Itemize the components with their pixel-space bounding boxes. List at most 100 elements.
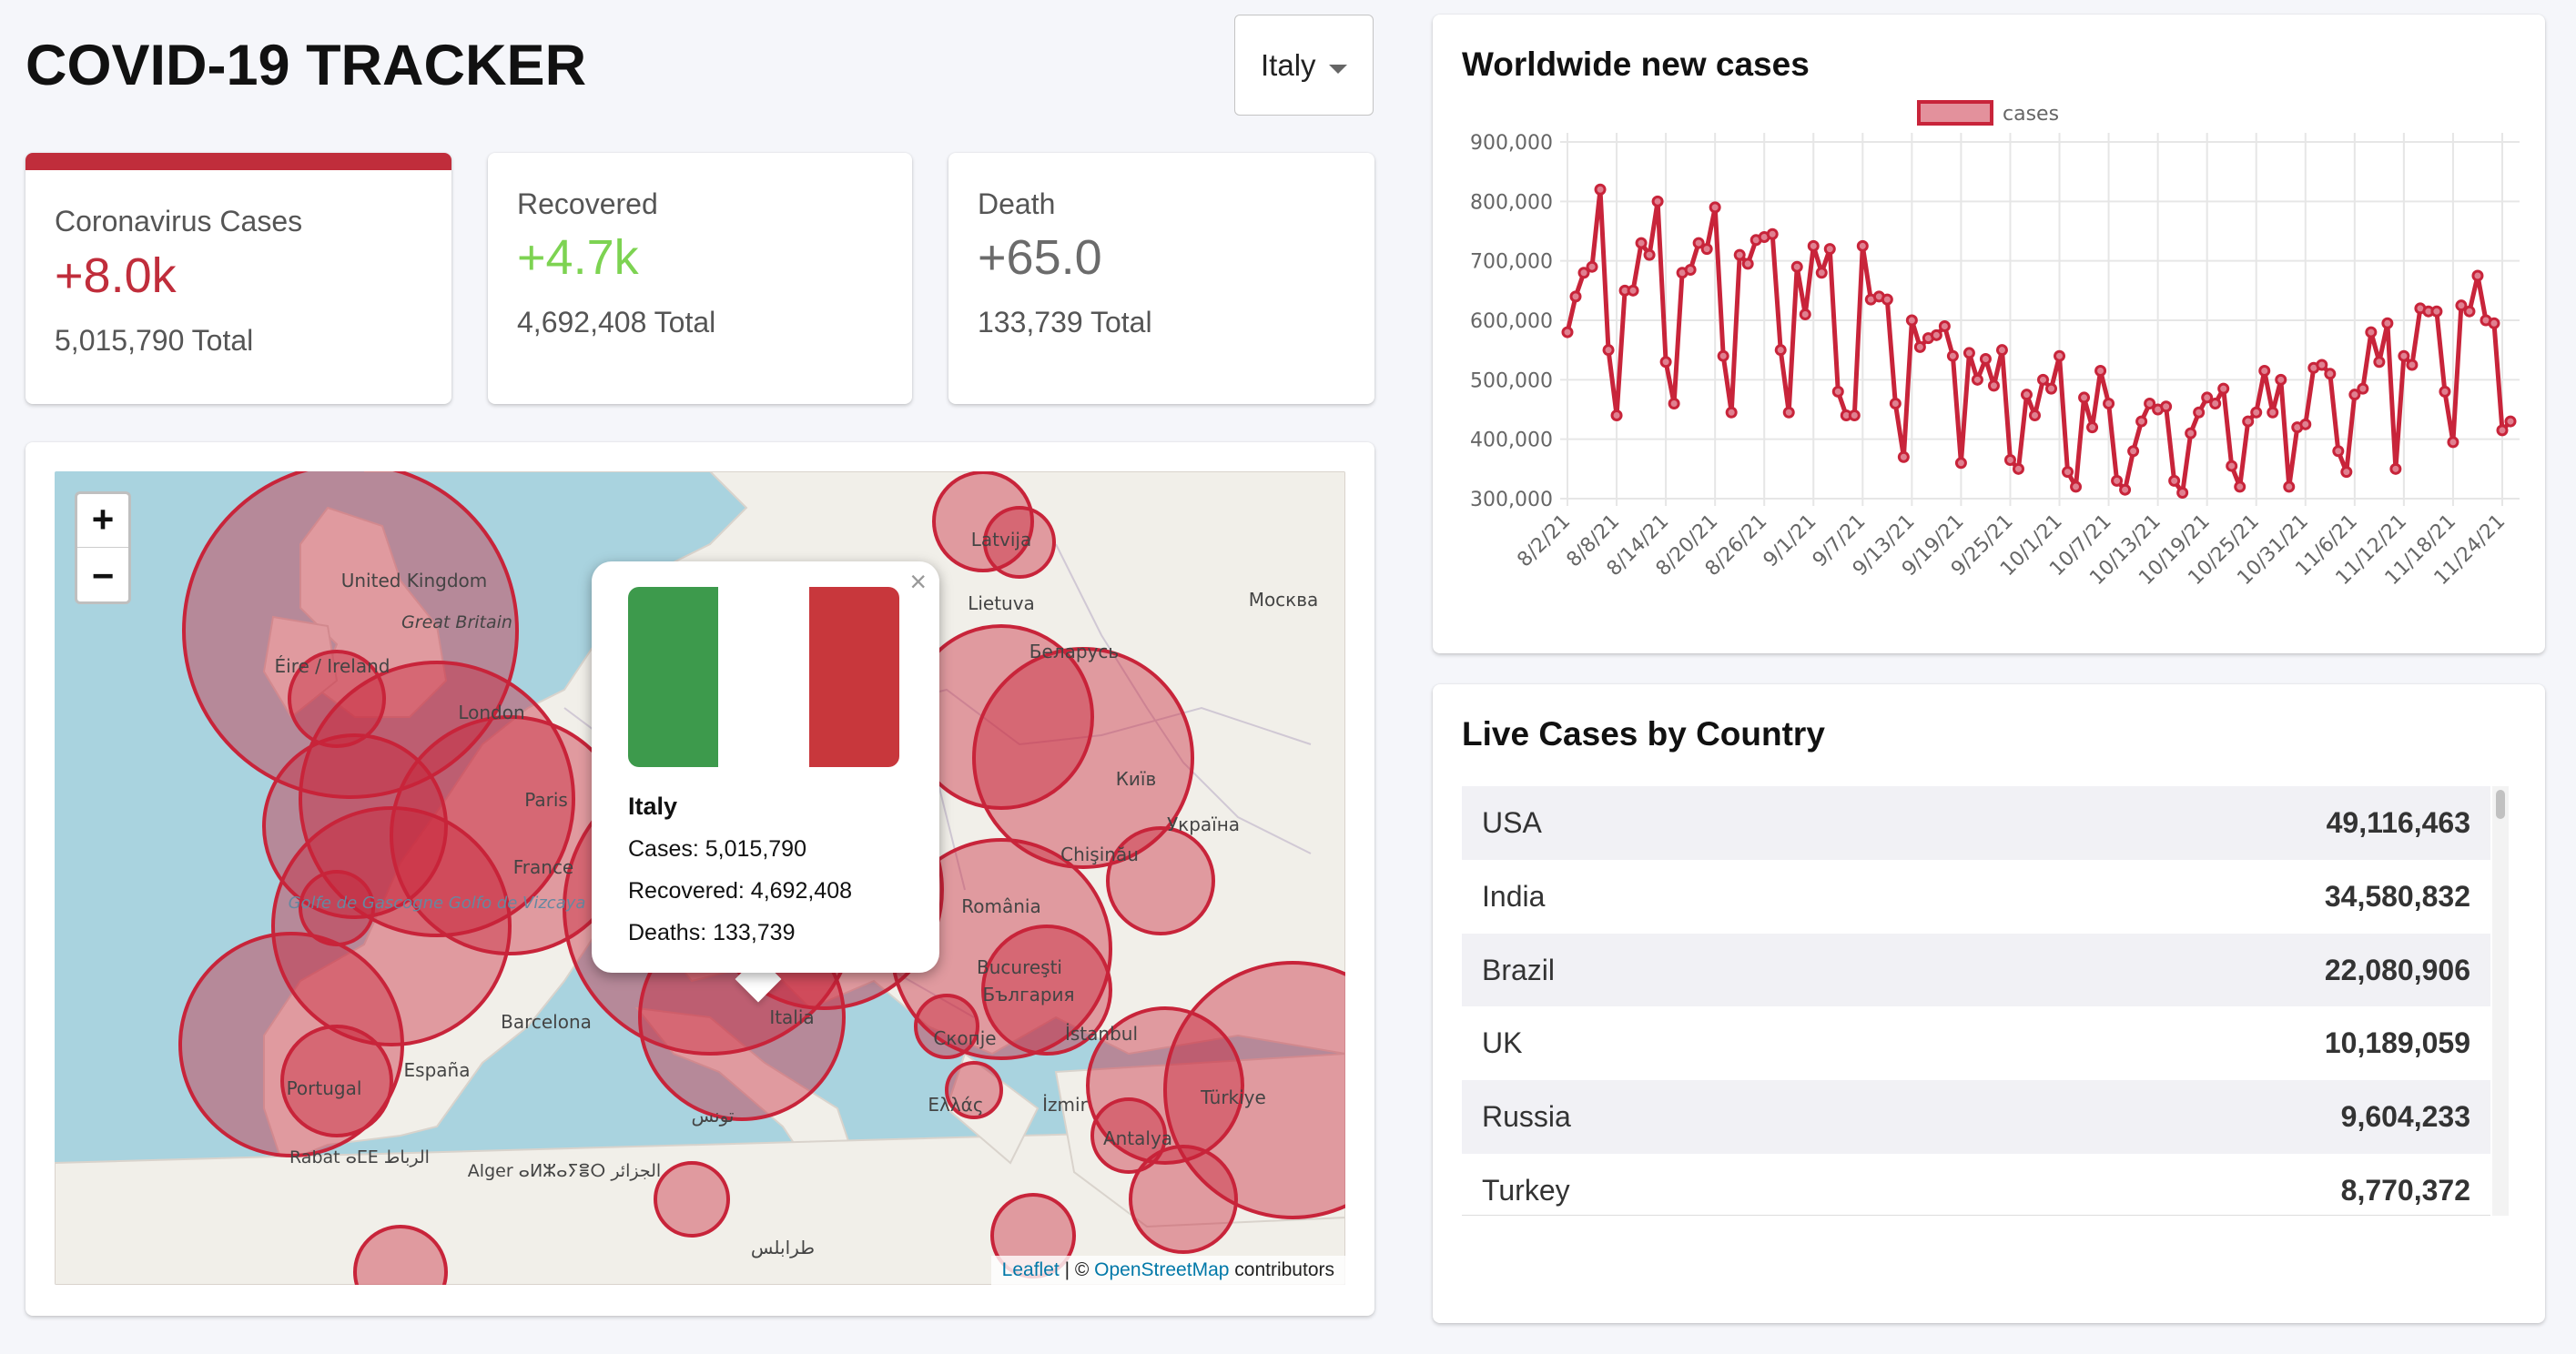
zoom-in-button[interactable]: +	[77, 494, 128, 548]
popup-country-name: Italy	[628, 793, 678, 820]
table-cell-cases: 49,116,463	[2326, 806, 2470, 839]
data-point	[1766, 227, 1779, 240]
zoom-out-button[interactable]: −	[77, 551, 128, 603]
circle-tunisia[interactable]	[654, 1161, 730, 1238]
map-label: United Kingdom	[341, 570, 488, 591]
leaflet-link[interactable]: Leaflet	[1002, 1259, 1060, 1280]
data-point	[1889, 397, 1902, 409]
data-point	[1774, 344, 1787, 357]
table-cell-country: Russia	[1482, 1100, 1571, 1133]
data-point	[2447, 436, 2459, 449]
map-label: España	[404, 1059, 471, 1081]
data-point	[2054, 349, 2066, 362]
map-attribution: Leaflet | © OpenStreetMap contributors	[990, 1256, 1345, 1285]
data-point	[2283, 480, 2296, 493]
country-select[interactable]: Italy	[1234, 15, 1374, 116]
table-row[interactable]: UK 10,189,059	[1462, 1006, 2490, 1080]
stat-card-recovered[interactable]: Recovered +4.7k 4,692,408 Total	[488, 153, 912, 404]
data-point	[2373, 356, 2386, 369]
data-point	[1831, 385, 1844, 398]
data-point	[2381, 317, 2394, 329]
table-cell-country: India	[1482, 880, 1546, 913]
data-point	[2430, 305, 2443, 318]
map-label: London	[458, 702, 524, 723]
data-point	[2028, 409, 2041, 422]
data-point	[2119, 483, 2132, 496]
table-row[interactable]: India 34,580,832	[1462, 860, 2490, 934]
zoom-control: + −	[75, 491, 131, 604]
y-tick-label: 900,000	[1470, 132, 1553, 155]
table-row[interactable]: Russia 9,604,233	[1462, 1080, 2490, 1154]
table-row[interactable]: Turkey 8,770,372	[1462, 1154, 2490, 1215]
data-point	[1930, 328, 1942, 341]
close-icon[interactable]: ×	[909, 565, 927, 599]
data-point	[1946, 349, 1959, 362]
data-point	[1954, 457, 1967, 470]
stat-label-recovered: Recovered	[517, 187, 658, 220]
data-point	[2242, 415, 2255, 428]
data-point	[1987, 379, 2000, 392]
stat-card-deaths[interactable]: Death +65.0 133,739 Total	[948, 153, 1374, 404]
scrollbar-thumb[interactable]	[2496, 790, 2505, 819]
data-point	[1741, 258, 1754, 270]
table-cell-cases: 10,189,059	[2324, 1026, 2470, 1059]
data-point	[2258, 365, 2271, 378]
data-point	[2332, 445, 2345, 458]
map-label: Київ	[1116, 768, 1157, 790]
data-point	[1979, 352, 1992, 365]
data-point	[2439, 385, 2451, 398]
map-label: طرابلس	[751, 1237, 815, 1258]
map-label: France	[513, 856, 574, 878]
chevron-down-icon	[1329, 65, 1347, 74]
data-point	[1651, 195, 1664, 207]
table-row[interactable]: USA 49,116,463	[1462, 786, 2490, 860]
y-tick-label: 400,000	[1470, 429, 1553, 452]
data-point	[1733, 248, 1746, 261]
data-point	[2226, 460, 2238, 472]
table-row[interactable]: Brazil 22,080,906	[1462, 934, 2490, 1007]
map-label: Bucureşti	[977, 956, 1062, 978]
data-point	[2234, 480, 2246, 493]
data-point	[1561, 326, 1574, 338]
data-point	[1635, 237, 1648, 249]
table-cell-country: Turkey	[1482, 1174, 1570, 1207]
table-title: Live Cases by Country	[1462, 715, 1825, 753]
data-point	[1938, 320, 1951, 333]
data-point	[2160, 400, 2173, 413]
data-point	[1610, 409, 1623, 422]
data-point	[1790, 260, 1803, 273]
data-point	[2062, 466, 2074, 479]
data-point	[2193, 406, 2206, 419]
stat-card-cases[interactable]: Coronavirus Cases +8.0k 5,015,790 Total	[25, 153, 451, 404]
popup-cases: Cases: 5,015,790	[628, 836, 806, 862]
data-point	[1594, 183, 1607, 196]
data-point	[1569, 290, 1582, 303]
map-label: Portugal	[287, 1077, 362, 1099]
data-point	[1897, 450, 1910, 463]
table-cell-cases: 9,604,233	[2340, 1100, 2470, 1133]
map-label: Москва	[1249, 589, 1319, 611]
chart-card: Worldwide new cases cases 300,000 400,000 5…	[1433, 15, 2545, 653]
data-point	[1823, 243, 1836, 256]
data-point	[2176, 486, 2189, 499]
stat-today-cases: +8.0k	[55, 248, 177, 303]
stat-today-deaths: +65.0	[978, 230, 1102, 285]
data-point	[1643, 248, 1656, 261]
map-label: Italia	[769, 1006, 814, 1028]
popup-deaths: Deaths: 133,739	[628, 920, 796, 945]
data-point	[1815, 267, 1828, 279]
osm-link[interactable]: OpenStreetMap	[1094, 1259, 1229, 1280]
data-point	[1782, 406, 1795, 419]
live-cases-table[interactable]: USA 49,116,463 India 34,580,832 Brazil 2…	[1462, 786, 2490, 1216]
data-point	[2020, 389, 2033, 401]
line-chart[interactable]: cases 300,000 400,000 500,000 600,000 700,000…	[1433, 15, 2545, 653]
attribution-suffix: contributors	[1229, 1259, 1334, 1280]
italy-flag-image	[628, 587, 899, 767]
data-point	[2463, 305, 2476, 318]
data-point	[2037, 373, 2050, 386]
data-point	[1962, 347, 1975, 359]
app-title: COVID-19 TRACKER	[25, 34, 587, 97]
table-scrollbar[interactable]	[2492, 786, 2509, 1216]
y-tick-label: 500,000	[1470, 369, 1553, 392]
legend-swatch	[1917, 100, 1993, 126]
